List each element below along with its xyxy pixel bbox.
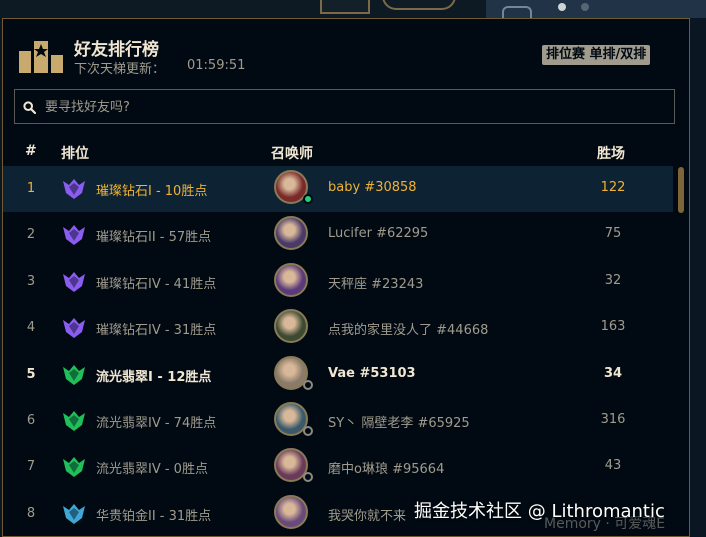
summoner-avatar[interactable] — [274, 216, 308, 251]
table-row[interactable]: 4 璀璨钻石IV - 31胜点 点我的家里没人了 #44668 163 — [3, 305, 673, 351]
emerald-rank-emblem-icon — [63, 411, 85, 431]
page-dot-active[interactable] — [558, 3, 566, 11]
rank-text: 璀璨钻石IV - 31胜点 — [96, 323, 217, 339]
row-number: 3 — [26, 273, 36, 289]
ladder-update-timer: 01:59:51 — [187, 58, 246, 73]
games-won: 163 — [600, 319, 626, 335]
summoner-name[interactable]: Vae #53103 — [328, 366, 416, 381]
row-number: 6 — [26, 413, 36, 428]
nav-tab-icon[interactable] — [320, 0, 370, 14]
online-status-icon — [303, 194, 313, 204]
row-number: 2 — [26, 227, 36, 243]
games-won: 43 — [604, 458, 622, 474]
row-number: 5 — [26, 366, 36, 382]
games-won: 32 — [604, 272, 622, 288]
search-icon — [23, 101, 36, 114]
table-row[interactable]: 2 璀璨钻石II - 57胜点 Lucifer #62295 75 — [3, 212, 673, 258]
column-header-games[interactable]: 胜场 — [597, 143, 625, 163]
friends-leaderboard-panel: 好友排行榜 下次天梯更新： 01:59:51 排位赛 单排/双排 # 排位 召唤… — [2, 18, 690, 537]
rank-text: 流光翡翠IV - 74胜点 — [96, 416, 217, 431]
diamond-rank-emblem-icon — [63, 318, 85, 339]
summoner-name[interactable]: SY丶 隔壁老李 #65925 — [328, 412, 470, 431]
summoner-name[interactable]: Lucifer #62295 — [328, 226, 428, 241]
play-button-top[interactable] — [382, 0, 456, 10]
games-won: 316 — [600, 412, 626, 427]
row-number: 8 — [26, 505, 36, 521]
list-scrollbar[interactable] — [678, 167, 684, 213]
panel-title: 好友排行榜 — [74, 40, 159, 60]
summoner-name[interactable]: 天秤座 #23243 — [328, 273, 423, 292]
row-number: 7 — [26, 459, 36, 475]
rank-text: 璀璨钻石IV - 41胜点 — [96, 276, 217, 292]
top-right-bar — [486, 0, 706, 22]
row-number: 4 — [26, 320, 36, 336]
table-row[interactable]: 7 流光翡翠IV - 0胜点 磨中o琳琅 #95664 43 — [3, 444, 673, 490]
offline-status-icon — [303, 472, 313, 483]
queue-type-selector[interactable]: 排位赛 单排/双排 — [542, 45, 651, 65]
column-header-number[interactable]: # — [25, 143, 37, 159]
rank-text: 流光翡翠I - 12胜点 — [96, 369, 212, 385]
column-header-summoner[interactable]: 召唤师 — [271, 143, 313, 163]
table-row[interactable]: 3 璀璨钻石IV - 41胜点 天秤座 #23243 32 — [3, 259, 673, 305]
rank-text: 华贵铂金II - 31胜点 — [96, 508, 212, 524]
summoner-name[interactable]: 磨中o琳琅 #95664 — [328, 458, 444, 477]
rank-text: 璀璨钻石II - 57胜点 — [96, 230, 212, 246]
games-won: 75 — [604, 226, 622, 242]
table-row[interactable]: 1 璀璨钻石I - 10胜点 baby #30858 122 — [3, 166, 673, 212]
diamond-rank-emblem-icon — [63, 179, 85, 199]
offline-status-icon — [303, 379, 313, 390]
leaderboard-podium-icon — [19, 41, 63, 73]
page-dot[interactable] — [581, 3, 589, 11]
emerald-rank-emblem-icon — [63, 457, 85, 478]
games-won: 122 — [600, 180, 626, 195]
summoner-avatar[interactable] — [274, 309, 308, 344]
table-row[interactable]: 5 流光翡翠I - 12胜点 Vae #53103 34 — [3, 352, 673, 398]
summoner-name[interactable]: 点我的家里没人了 #44668 — [328, 319, 488, 338]
rank-text: 流光翡翠IV - 0胜点 — [96, 462, 208, 478]
rank-text: 璀璨钻石I - 10胜点 — [96, 184, 208, 199]
summoner-name[interactable]: 我哭你就不来 — [328, 505, 406, 524]
column-header-rank[interactable]: 排位 — [61, 143, 89, 163]
row-number: 1 — [26, 181, 36, 196]
games-won: 34 — [603, 365, 623, 381]
emerald-rank-emblem-icon — [63, 364, 85, 385]
friend-search-box[interactable] — [14, 89, 675, 125]
watermark: 掘金技术社区 @ Lithromantic — [414, 501, 665, 522]
offline-status-icon — [303, 426, 313, 436]
summoner-avatar[interactable] — [274, 262, 308, 297]
diamond-rank-emblem-icon — [63, 225, 85, 246]
ladder-update-label: 下次天梯更新： — [74, 62, 166, 77]
diamond-rank-emblem-icon — [63, 271, 85, 292]
summoner-avatar[interactable] — [274, 494, 308, 529]
summoner-name[interactable]: baby #30858 — [328, 180, 417, 195]
search-input[interactable] — [43, 90, 667, 125]
table-row[interactable]: 6 流光翡翠IV - 74胜点 SY丶 隔壁老李 #65925 316 — [3, 398, 673, 444]
platinum-rank-emblem-icon — [63, 503, 85, 524]
